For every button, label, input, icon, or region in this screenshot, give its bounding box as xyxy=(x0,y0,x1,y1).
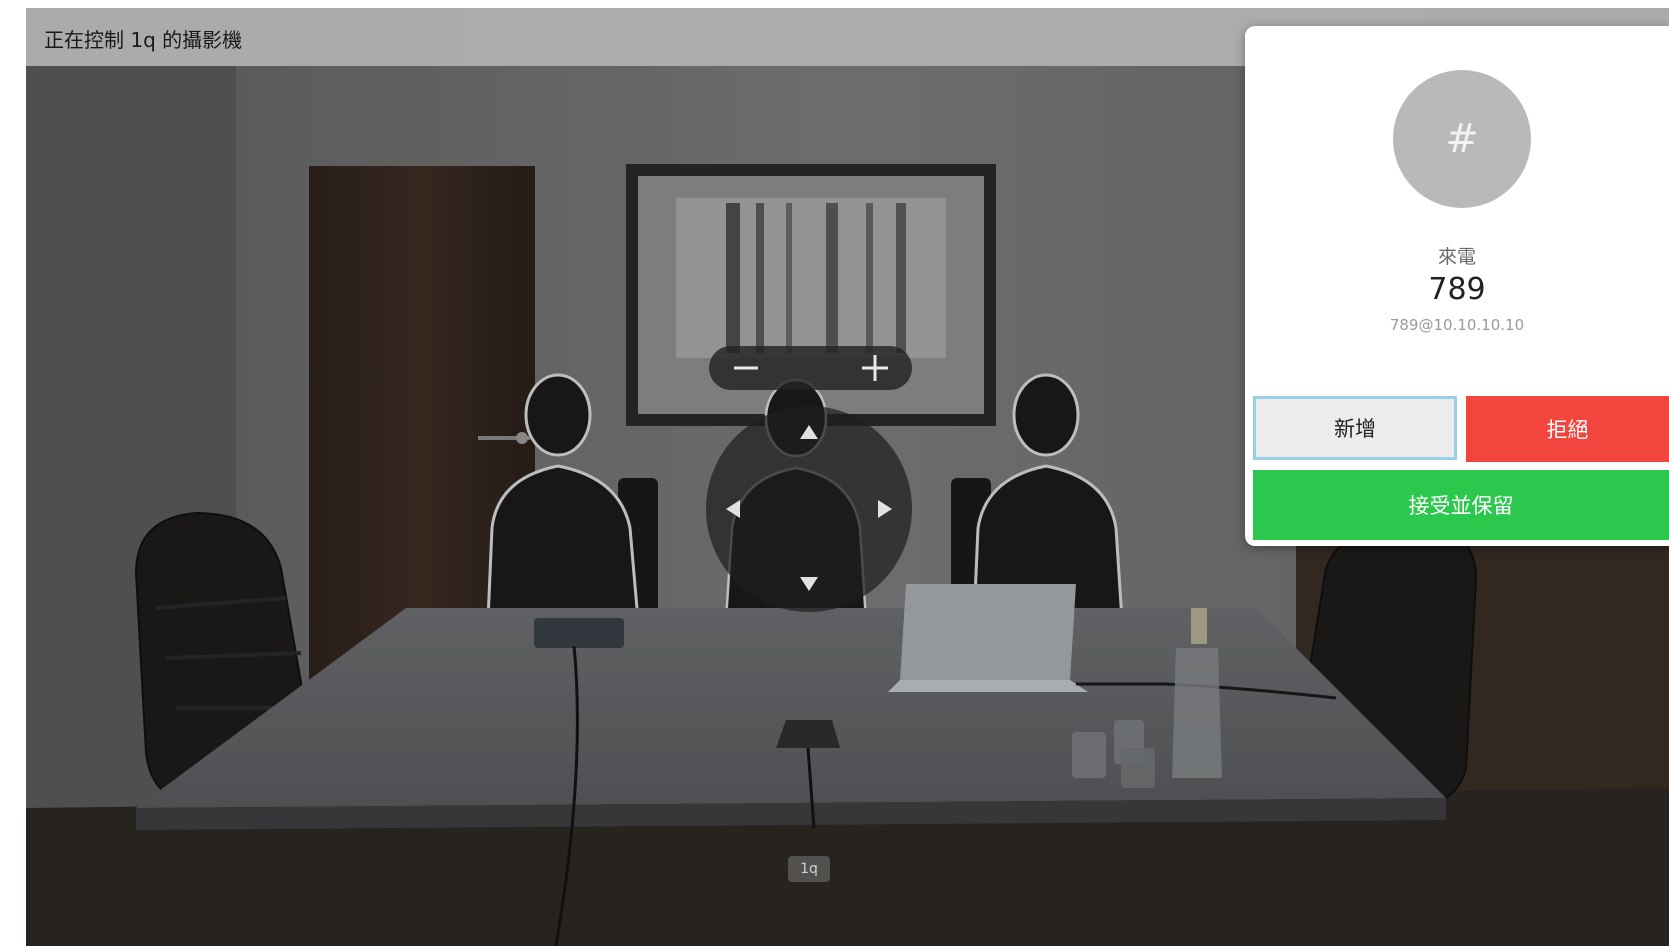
triangle-down-icon xyxy=(800,577,818,591)
triangle-right-icon xyxy=(878,500,892,518)
camera-label: 1q xyxy=(788,856,830,882)
call-status-label: 來電 xyxy=(1437,246,1476,268)
zoom-out-button[interactable] xyxy=(711,346,781,390)
pan-down-button[interactable] xyxy=(787,562,831,606)
avatar-symbol: # xyxy=(1445,116,1479,162)
zoom-control xyxy=(709,346,912,390)
plus-icon xyxy=(862,355,888,381)
caller-address: 789@10.10.10.10 xyxy=(1389,316,1525,334)
triangle-up-icon xyxy=(800,425,818,439)
pan-tilt-control xyxy=(706,406,912,612)
accept-and-hold-button[interactable]: 接受並保留 xyxy=(1253,470,1669,540)
pan-left-button[interactable] xyxy=(711,487,755,531)
incoming-call-panel: # 來電 789 789@10.10.10.10 新增 拒絕 接受並保留 xyxy=(1245,26,1669,546)
minus-icon xyxy=(734,366,758,370)
page-title: 正在控制 1q 的攝影機 xyxy=(44,28,243,52)
caller-number: 789 xyxy=(1428,272,1486,307)
caller-avatar: # xyxy=(1393,70,1531,208)
zoom-in-button[interactable] xyxy=(840,346,910,390)
decline-button[interactable]: 拒絕 xyxy=(1466,396,1669,462)
pan-right-button[interactable] xyxy=(863,487,907,531)
triangle-left-icon xyxy=(726,500,740,518)
add-button[interactable]: 新增 xyxy=(1253,396,1457,460)
pan-up-button[interactable] xyxy=(787,410,831,454)
